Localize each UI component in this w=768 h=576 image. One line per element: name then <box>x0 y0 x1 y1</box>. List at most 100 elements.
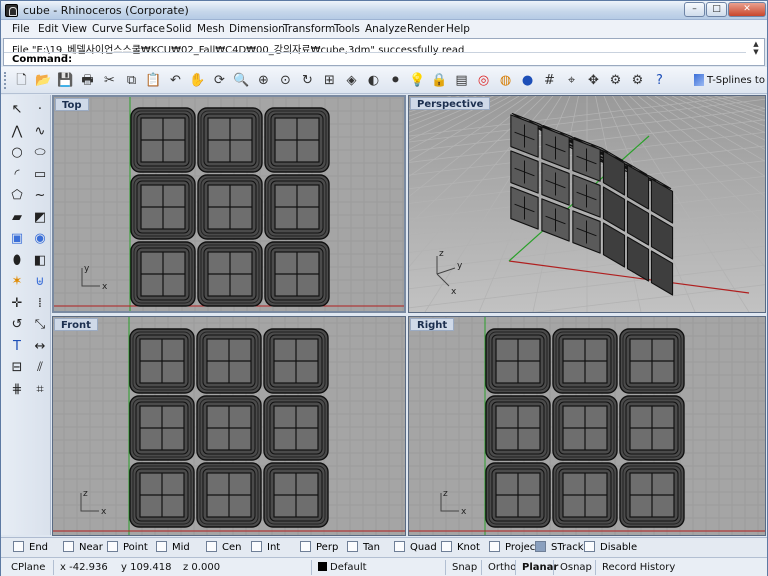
viewport-right[interactable]: zx Right <box>408 316 766 536</box>
circle-icon[interactable]: ○ <box>8 144 26 162</box>
material-icon[interactable]: ◍ <box>497 72 514 89</box>
osnap-cen[interactable]: Cen <box>206 541 241 555</box>
status-cplane[interactable]: CPlane <box>11 560 45 575</box>
viewport-label-top[interactable]: Top <box>55 98 89 111</box>
new-file-icon[interactable]: 🗋 <box>13 72 30 89</box>
explode-icon[interactable]: ✶ <box>8 273 26 291</box>
osnap-mid[interactable]: Mid <box>156 541 190 555</box>
transform-move-icon[interactable]: ✛ <box>8 295 26 313</box>
text-icon[interactable]: T <box>8 338 26 356</box>
rotate-view-icon[interactable]: ⟳ <box>211 72 228 89</box>
osnap-checkbox[interactable] <box>584 541 595 552</box>
surface-icon[interactable]: ▰ <box>8 209 26 227</box>
osnap-int[interactable]: Int <box>251 541 280 555</box>
minimize-button[interactable]: – <box>684 2 705 17</box>
shaded-icon[interactable]: ◐ <box>365 72 382 89</box>
group-icon[interactable]: ⊟ <box>8 359 26 377</box>
rectangle-icon[interactable]: ▭ <box>31 166 49 184</box>
analyze-icon[interactable]: ⌗ <box>31 381 49 399</box>
menu-render[interactable]: Render <box>407 23 444 35</box>
ellipse-icon[interactable]: ⬭ <box>31 144 49 162</box>
rotate-3d-icon[interactable]: ↻ <box>299 72 316 89</box>
copy-icon[interactable]: ⧉ <box>123 72 140 89</box>
viewport-label-front[interactable]: Front <box>54 318 98 331</box>
viewport-label-right[interactable]: Right <box>410 318 455 331</box>
status-record-history-toggle[interactable]: Record History <box>595 560 675 575</box>
grid-icon[interactable]: # <box>541 72 558 89</box>
osnap-project[interactable]: Project <box>489 541 539 555</box>
osnap-checkbox[interactable] <box>441 541 452 552</box>
zoom-window-icon[interactable]: 🔍 <box>233 72 250 89</box>
viewport-front[interactable]: zx Front <box>52 316 406 536</box>
wireframe-icon[interactable]: ◈ <box>343 72 360 89</box>
print-icon[interactable]: 🖶 <box>79 72 96 89</box>
tsplines-toolbar-tab[interactable]: T-Splines to <box>694 72 765 90</box>
osnap-checkbox[interactable] <box>347 541 358 552</box>
status-osnap-toggle[interactable]: Osnap <box>553 560 592 575</box>
lock-icon[interactable]: 🔒 <box>431 72 448 89</box>
pan-hand-icon[interactable]: ✋ <box>189 72 206 89</box>
maximize-button[interactable]: □ <box>706 2 727 17</box>
settings-gears-icon[interactable]: ⚙ <box>607 72 624 89</box>
light-icon[interactable]: 💡 <box>409 72 426 89</box>
layer-icon[interactable]: ▤ <box>453 72 470 89</box>
osnap-tan[interactable]: Tan <box>347 541 380 555</box>
polygon-icon[interactable]: ⬠ <box>8 187 26 205</box>
mesh-icon[interactable]: ⋕ <box>8 381 26 399</box>
box-solid-icon[interactable]: ▣ <box>8 230 26 248</box>
menu-transform[interactable]: Transform <box>283 23 335 35</box>
status-planar-toggle[interactable]: Planar <box>515 560 558 575</box>
menu-tools[interactable]: Tools <box>334 23 360 35</box>
undo-icon[interactable]: ↶ <box>167 72 184 89</box>
osnap-checkbox[interactable] <box>107 541 118 552</box>
osnap-point[interactable]: Point <box>107 541 148 555</box>
cut-icon[interactable]: ✂ <box>101 72 118 89</box>
cylinder-icon[interactable]: ⬮ <box>8 252 26 270</box>
solid-edit-icon[interactable]: ◧ <box>31 252 49 270</box>
rotate-icon[interactable]: ↺ <box>8 316 26 334</box>
dimension-icon[interactable]: ↔ <box>31 338 49 356</box>
menu-edit[interactable]: Edit <box>38 23 58 35</box>
osnap-strack[interactable]: STrack <box>535 541 584 555</box>
osnap-checkbox[interactable] <box>300 541 311 552</box>
toolbar-grip[interactable] <box>4 72 7 89</box>
point-icon[interactable]: · <box>31 101 49 119</box>
viewport-top[interactable]: yx Top <box>52 95 406 313</box>
scale-icon[interactable]: ⤡ <box>31 316 49 334</box>
open-folder-icon[interactable]: 📂 <box>35 72 52 89</box>
menu-view[interactable]: View <box>62 23 87 35</box>
zoom-selected-icon[interactable]: ⊙ <box>277 72 294 89</box>
osnap-knot[interactable]: Knot <box>441 541 480 555</box>
osnap-near[interactable]: Near <box>63 541 103 555</box>
arc-icon[interactable]: ◜ <box>8 166 26 184</box>
surface-edit-icon[interactable]: ◩ <box>31 209 49 227</box>
osnap-checkbox[interactable] <box>251 541 262 552</box>
viewport-perspective[interactable]: z y x Perspective <box>408 95 766 313</box>
menu-solid[interactable]: Solid <box>166 23 192 35</box>
curve-icon[interactable]: ∿ <box>31 123 49 141</box>
menu-analyze[interactable]: Analyze <box>365 23 406 35</box>
free-curve-icon[interactable]: ~ <box>31 187 49 205</box>
osnap-checkbox[interactable] <box>63 541 74 552</box>
menu-surface[interactable]: Surface <box>125 23 165 35</box>
menu-help[interactable]: Help <box>446 23 470 35</box>
plugin-icon[interactable]: ⚙ <box>629 72 646 89</box>
osnap-checkbox[interactable] <box>489 541 500 552</box>
osnap-checkbox[interactable] <box>206 541 217 552</box>
render-sphere-icon[interactable]: ● <box>519 72 536 89</box>
viewport-layout-icon[interactable]: ⊞ <box>321 72 338 89</box>
boolean-icon[interactable]: ⊎ <box>31 273 49 291</box>
osnap-checkbox[interactable] <box>13 541 24 552</box>
rendered-icon[interactable]: ⚫ <box>387 72 404 89</box>
title-bar[interactable]: cube - Rhinoceros (Corporate) – □ ✕ <box>1 1 767 20</box>
menu-mesh[interactable]: Mesh <box>197 23 225 35</box>
zoom-extents-icon[interactable]: ⊕ <box>255 72 272 89</box>
split-icon[interactable]: ⫽ <box>31 359 49 377</box>
save-icon[interactable]: 💾 <box>57 72 74 89</box>
osnap-checkbox[interactable] <box>394 541 405 552</box>
osnap-disable[interactable]: Disable <box>584 541 637 555</box>
menu-file[interactable]: File <box>12 23 30 35</box>
paste-icon[interactable]: 📋 <box>145 72 162 89</box>
status-snap-toggle[interactable]: Snap <box>445 560 477 575</box>
osnap-perp[interactable]: Perp <box>300 541 338 555</box>
